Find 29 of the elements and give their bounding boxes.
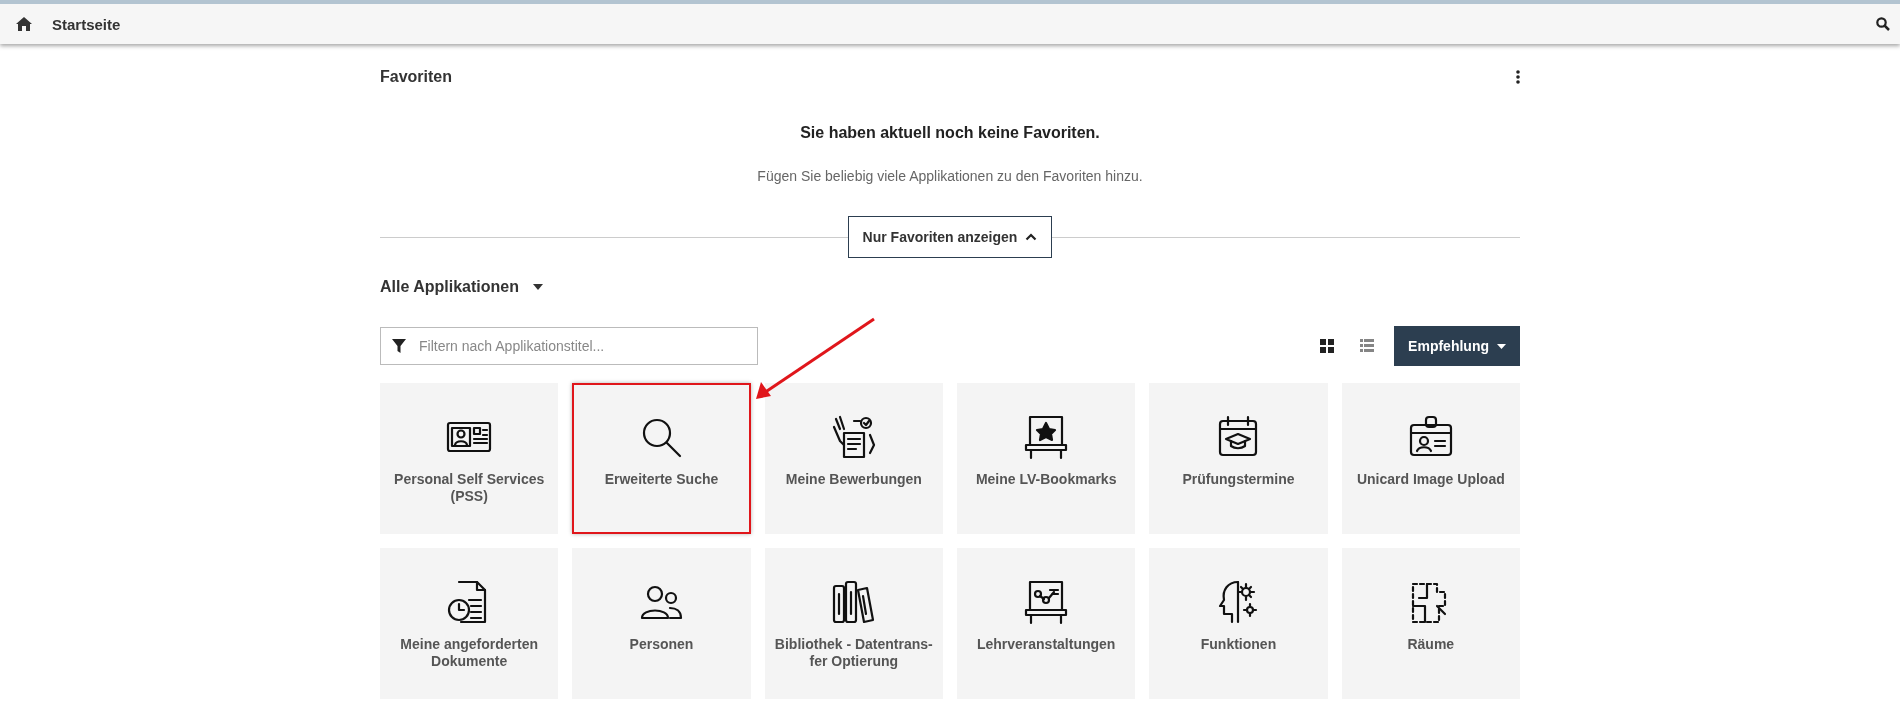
search-icon[interactable] [1876, 17, 1890, 31]
section-title: Favoriten [380, 68, 452, 86]
filter-field[interactable]: Filtern nach Applikationstitel... [380, 327, 758, 365]
app-tile[interactable]: Meine LV-Bookmarks [957, 383, 1136, 534]
empty-title: Sie haben aktuell noch keine Favoriten. [800, 124, 1100, 142]
app-tile[interactable]: Funktionen [1149, 548, 1328, 699]
app-tile[interactable]: Lehrveranstaltungen [957, 548, 1136, 699]
caret-icon [1497, 343, 1506, 349]
grid-icon [1320, 339, 1335, 353]
app-tile[interactable]: Personal Self Services (PSS) [380, 383, 559, 534]
app-tile[interactable]: Erweiterte Suche [572, 383, 751, 534]
app-tile[interactable]: Meine angeforderten Dokumente [380, 548, 559, 699]
app-tile[interactable]: Prüfungstermine [1149, 383, 1328, 534]
page-title[interactable]: Startseite [52, 15, 121, 33]
app-tile[interactable]: Bibliothek - Datentrans-fer Optierung [764, 548, 943, 699]
caret-icon[interactable] [533, 284, 543, 290]
filter-icon [392, 339, 406, 353]
list-icon [1360, 339, 1375, 353]
favorites-toggle-button[interactable]: Nur Favoriten anzeigen [847, 216, 1053, 258]
chevron-up-icon [1025, 233, 1038, 241]
more-icon[interactable] [1516, 70, 1520, 84]
section-title[interactable]: Alle Applikationen [380, 278, 519, 296]
app-tile[interactable]: Personen [572, 548, 751, 699]
app-tile[interactable]: Meine Bewerbungen [764, 383, 943, 534]
empty-text: Fügen Sie beliebig viele Applikationen zu den Favoriten hinzu. [757, 168, 1143, 184]
app-tile[interactable]: Räume [1341, 548, 1520, 699]
app-tile[interactable]: Unicard Image Upload [1341, 383, 1520, 534]
home-icon[interactable] [16, 17, 32, 31]
sort-dropdown[interactable]: Empfehlung [1394, 326, 1520, 366]
